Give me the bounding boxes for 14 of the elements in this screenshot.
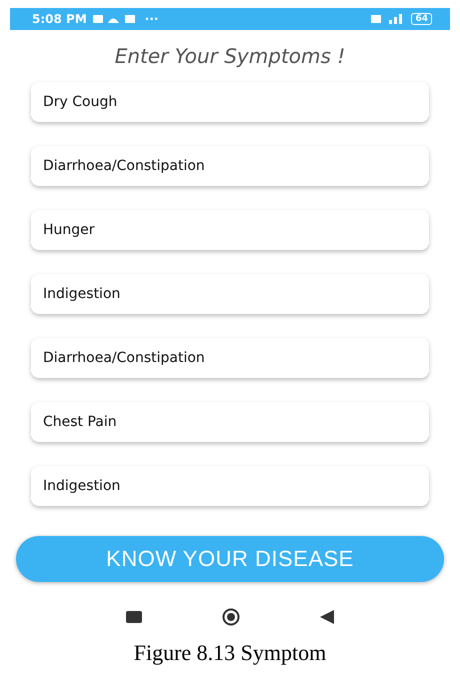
symptom-field[interactable]: Indigestion [31,274,429,314]
back-icon[interactable] [320,610,334,624]
symptom-field[interactable]: Diarrhoea/Constipation [31,338,429,378]
battery-level: 64 [411,13,432,25]
symptom-field[interactable]: Indigestion [31,466,429,506]
symptom-field[interactable]: Hunger [31,210,429,250]
status-time: 5:08 PM [32,12,87,26]
symptom-field[interactable]: Diarrhoea/Constipation [31,146,429,186]
screen-title: Enter Your Symptoms ! [114,44,346,68]
figure-caption: Figure 8.13 Symptom [134,640,326,666]
home-icon[interactable] [222,608,240,626]
more-notifications: ··· [144,12,158,26]
symptom-field[interactable]: Dry Cough [31,82,429,122]
symptom-field[interactable]: Chest Pain [31,402,429,442]
